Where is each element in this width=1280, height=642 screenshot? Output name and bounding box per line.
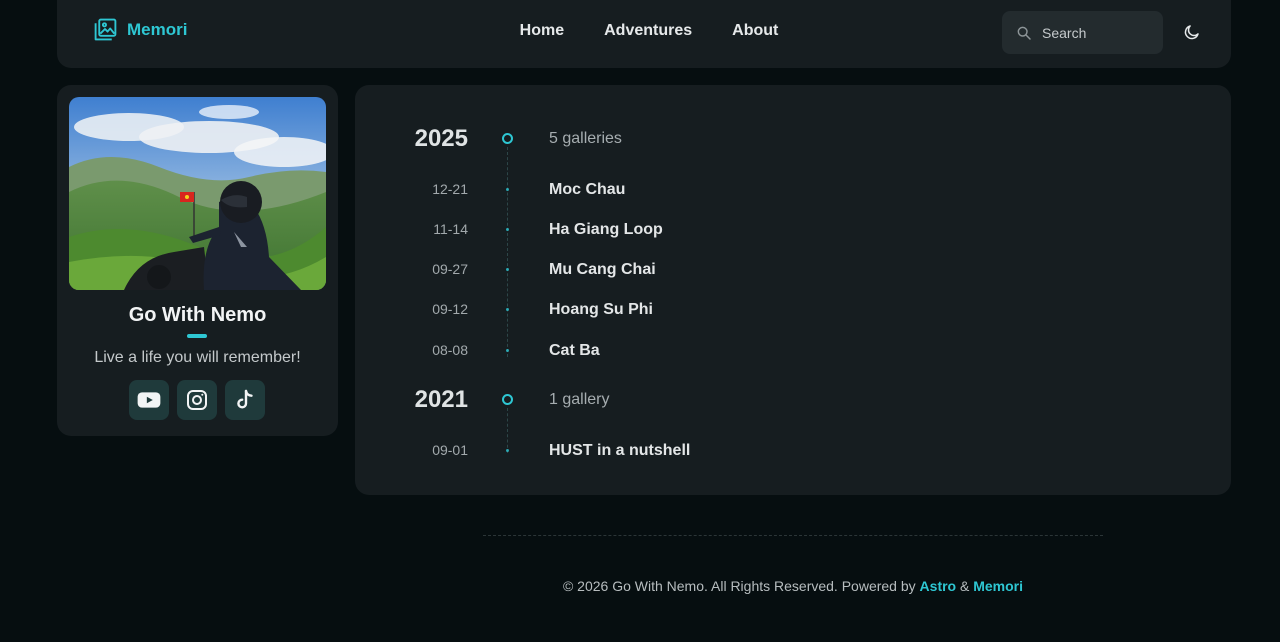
year-label: 2021 — [414, 386, 468, 413]
item-marker — [506, 268, 509, 271]
footer-divider — [483, 535, 1103, 536]
gallery-link[interactable]: Cat Ba — [549, 342, 600, 360]
item-marker — [506, 308, 509, 311]
instagram-button[interactable] — [177, 380, 217, 420]
timeline-line — [507, 408, 508, 453]
gallery-link[interactable]: HUST in a nutshell — [549, 442, 690, 460]
nav-adventures[interactable]: Adventures — [604, 22, 692, 40]
gallery-link[interactable]: Moc Chau — [549, 181, 625, 199]
gallery-date: 08-08 — [432, 342, 468, 358]
youtube-button[interactable] — [129, 380, 169, 420]
nav-home[interactable]: Home — [520, 22, 564, 40]
gallery-date: 09-12 — [432, 301, 468, 317]
instagram-icon — [187, 390, 207, 410]
year-marker — [502, 133, 513, 144]
ampersand: & — [960, 578, 970, 594]
name-underline — [187, 334, 207, 338]
gallery-date: 11-14 — [433, 221, 468, 237]
profile-card: Go With Nemo Live a life you will rememb… — [57, 85, 338, 436]
tiktok-button[interactable] — [225, 380, 265, 420]
gallery-link[interactable]: Hoang Su Phi — [549, 301, 653, 319]
profile-tagline: Live a life you will remember! — [94, 349, 301, 366]
search-box[interactable] — [1002, 11, 1163, 54]
search-icon — [1017, 26, 1031, 40]
gallery-link[interactable]: Ha Giang Loop — [549, 221, 663, 239]
gallery-timeline: 2025 5 galleries 12-21 Moc Chau 11-14 Ha… — [355, 85, 1231, 495]
moon-icon — [1184, 25, 1199, 40]
year-marker — [502, 394, 513, 405]
memori-link[interactable]: Memori — [973, 578, 1023, 594]
site-header: Memori Home Adventures About — [57, 0, 1231, 68]
gallery-date: 09-01 — [432, 442, 468, 458]
gallery-date: 09-27 — [432, 261, 468, 277]
gallery-date: 12-21 — [432, 181, 468, 197]
item-marker — [506, 228, 509, 231]
site-footer: © 2026 Go With Nemo. All Rights Reserved… — [0, 578, 1280, 594]
item-marker — [506, 449, 509, 452]
social-links — [129, 380, 265, 420]
item-marker — [506, 188, 509, 191]
youtube-icon — [137, 392, 161, 408]
tiktok-icon — [237, 389, 253, 409]
gallery-count: 5 galleries — [549, 130, 622, 147]
astro-link[interactable]: Astro — [920, 578, 957, 594]
item-marker — [506, 349, 509, 352]
profile-name: Go With Nemo — [128, 304, 267, 326]
gallery-link[interactable]: Mu Cang Chai — [549, 261, 656, 279]
theme-toggle-button[interactable] — [1183, 23, 1201, 46]
copyright-text: © 2026 Go With Nemo. All Rights Reserved… — [562, 578, 916, 594]
profile-photo — [69, 97, 326, 290]
nav-about[interactable]: About — [732, 22, 778, 40]
year-label: 2025 — [414, 125, 468, 152]
timeline-line — [507, 147, 508, 357]
search-input[interactable] — [1042, 24, 1152, 41]
gallery-count: 1 gallery — [549, 391, 610, 408]
